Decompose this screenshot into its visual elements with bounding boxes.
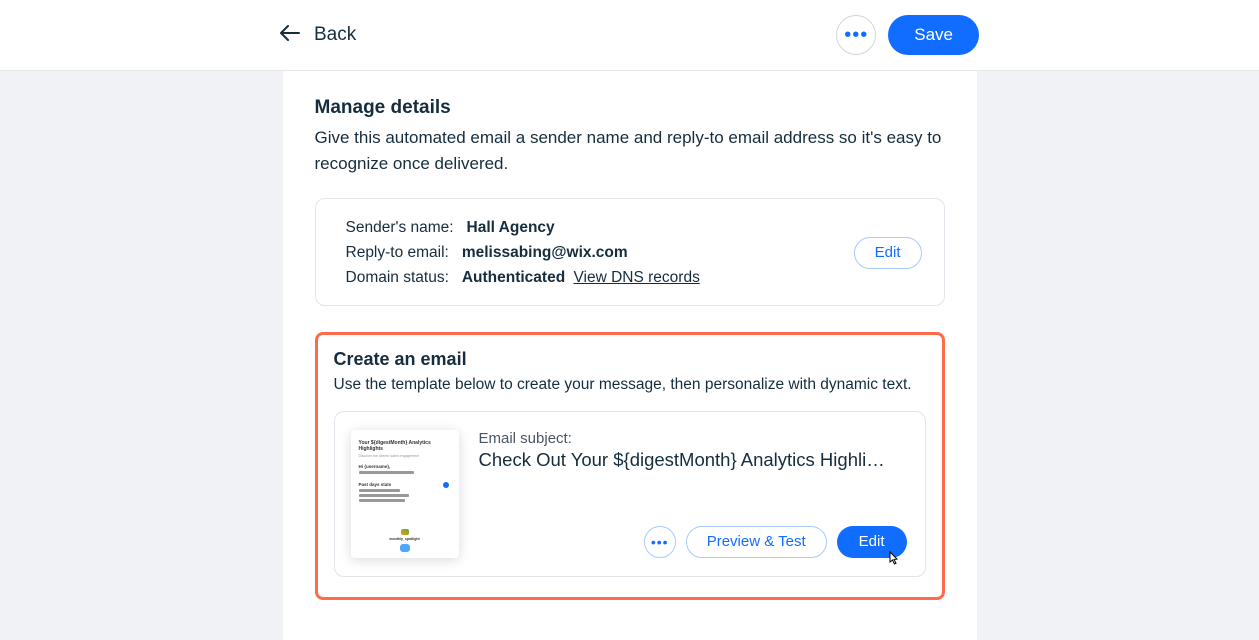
reply-to-label: Reply-to email: <box>346 244 449 261</box>
manage-details-title: Manage details <box>315 97 945 119</box>
arrow-left-icon <box>280 24 300 47</box>
reply-to-row: Reply-to email: melissabing@wix.com <box>346 244 700 262</box>
thumbnail-footer: monthly_spotlight <box>359 529 451 552</box>
thumbnail-stat-lines <box>359 489 451 504</box>
edit-sender-button[interactable]: Edit <box>854 237 922 269</box>
domain-status-value: Authenticated <box>462 269 565 286</box>
thumbnail-title: Your ${digestMonth} Analytics Highlights <box>359 440 451 452</box>
content-panel: Manage details Give this automated email… <box>283 71 977 640</box>
dots-horizontal-icon: ••• <box>651 534 669 550</box>
save-button[interactable]: Save <box>888 15 979 55</box>
sender-name-value: Hall Agency <box>467 219 555 236</box>
domain-status-row: Domain status: Authenticated View DNS re… <box>346 269 700 287</box>
manage-details-section: Manage details Give this automated email… <box>315 97 945 306</box>
create-email-description: Use the template below to create your me… <box>334 373 926 397</box>
email-body: Email subject: Check Out Your ${digestMo… <box>479 430 907 558</box>
email-more-button[interactable]: ••• <box>644 526 676 558</box>
preview-test-button[interactable]: Preview & Test <box>686 526 827 558</box>
email-subject-label: Email subject: <box>479 430 907 447</box>
domain-status-label: Domain status: <box>346 269 449 286</box>
email-subject-value: Check Out Your ${digestMonth} Analytics … <box>479 449 907 471</box>
thumbnail-logo-icon <box>401 529 409 535</box>
thumbnail-lines <box>359 471 451 476</box>
cursor-pointer-icon <box>885 550 901 568</box>
back-button[interactable]: Back <box>280 24 356 47</box>
more-actions-button[interactable]: ••• <box>836 15 876 55</box>
email-actions: ••• Preview & Test Edit <box>479 526 907 558</box>
edit-email-label: Edit <box>859 533 885 550</box>
email-template-card: Your ${digestMonth} Analytics Highlights… <box>334 411 926 577</box>
thumbnail-subtitle: Discover the clients' sales engagement <box>359 454 451 458</box>
email-thumbnail: Your ${digestMonth} Analytics Highlights… <box>351 430 459 558</box>
create-email-section: Create an email Use the template below t… <box>315 332 945 600</box>
thumbnail-greeting: Hi {username}, <box>359 464 451 469</box>
thumbnail-stats-label: Past days stats <box>359 482 451 487</box>
thumbnail-footer-text: monthly_spotlight <box>359 537 451 541</box>
create-email-title: Create an email <box>334 349 926 370</box>
back-label: Back <box>314 24 356 46</box>
manage-details-description: Give this automated email a sender name … <box>315 125 945 178</box>
sender-name-row: Sender's name: Hall Agency <box>346 219 700 237</box>
sender-details-card: Sender's name: Hall Agency Reply-to emai… <box>315 198 945 306</box>
thumbnail-highlight-icon <box>443 482 449 488</box>
sender-details-rows: Sender's name: Hall Agency Reply-to emai… <box>346 219 700 287</box>
thumbnail-bot-icon <box>400 544 410 552</box>
page-header: Back ••• Save <box>0 0 1259 71</box>
view-dns-link[interactable]: View DNS records <box>573 269 699 286</box>
sender-name-label: Sender's name: <box>346 219 454 236</box>
reply-to-value: melissabing@wix.com <box>462 244 628 261</box>
header-actions: ••• Save <box>836 15 979 55</box>
edit-email-button[interactable]: Edit <box>837 526 907 558</box>
dots-horizontal-icon: ••• <box>844 24 868 47</box>
